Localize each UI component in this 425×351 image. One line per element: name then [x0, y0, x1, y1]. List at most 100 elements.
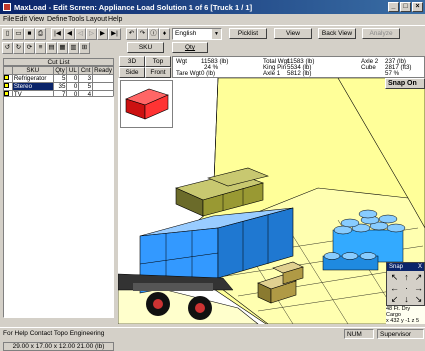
cell-ready: [92, 82, 114, 91]
cell-sku: Refrigerator: [11, 74, 54, 83]
status-bar: For Help Contact Topo Engineering NUM Su…: [0, 327, 425, 339]
maximize-button[interactable]: □: [400, 2, 411, 12]
cut-list-area[interactable]: [3, 96, 114, 318]
tab-side[interactable]: Side: [119, 67, 145, 78]
arrow-right-icon[interactable]: →: [413, 283, 424, 294]
rotate-right-icon[interactable]: ↻: [13, 42, 24, 54]
bulb-icon[interactable]: ♦: [159, 28, 170, 40]
snap-panel-title: Snap X: [387, 263, 424, 271]
menu-help[interactable]: Help: [108, 16, 122, 23]
tare-value: 0 (lb): [201, 70, 216, 77]
cut-list-header: SKU Qty UL Cnt Ready: [3, 66, 114, 75]
cargo-readout: 48 Ft. Dry Cargo x 432 y -1 z 5: [386, 306, 425, 324]
select-column-header: [3, 66, 13, 75]
arrow-up-right-icon[interactable]: ↗: [413, 272, 424, 283]
cell-cnt: 3: [78, 74, 94, 83]
wgt-label: Wgt: [176, 58, 188, 65]
info-icon[interactable]: ⓘ: [148, 28, 159, 40]
status-num: NUM: [344, 329, 374, 339]
minimize-button[interactable]: _: [388, 2, 399, 12]
status-help-text: For Help Contact Topo Engineering: [3, 330, 105, 337]
status-user: Supervisor: [377, 329, 424, 339]
column-header-ready[interactable]: Ready: [92, 66, 114, 75]
save-icon[interactable]: ■: [24, 28, 35, 40]
table-row[interactable]: Stereo 35 0 5: [3, 82, 114, 91]
picklist-button[interactable]: Picklist: [229, 28, 267, 39]
new-icon[interactable]: ▯: [2, 28, 13, 40]
rotate-left-icon[interactable]: ↺: [2, 42, 13, 54]
arrow-down-left-icon[interactable]: ↙: [389, 294, 400, 305]
back-view-button[interactable]: Back View: [318, 28, 356, 39]
sku-button[interactable]: SKU: [127, 42, 164, 53]
cube-pct: 57 %: [385, 70, 400, 77]
app-icon: [3, 3, 11, 11]
layers-icon[interactable]: ≡: [35, 42, 46, 54]
cargo-type: 48 Ft. Dry Cargo: [386, 306, 411, 318]
row-checkbox[interactable]: [3, 74, 13, 83]
next-button[interactable]: ▶: [97, 28, 108, 40]
center-icon[interactable]: ·: [401, 283, 412, 294]
cell-qty: 5: [52, 74, 68, 83]
prev-button[interactable]: ◀: [64, 28, 75, 40]
item-preview: [120, 80, 173, 128]
arrow-down-right-icon[interactable]: ↘: [413, 294, 424, 305]
table-icon[interactable]: ⊞: [79, 42, 90, 54]
table-row[interactable]: Refrigerator 5 0 3: [3, 74, 114, 83]
redo-icon[interactable]: ↷: [137, 28, 148, 40]
check-icon: [4, 83, 9, 89]
cell-sku: Stereo: [11, 82, 54, 91]
column-header-ul[interactable]: UL: [66, 66, 80, 75]
cell-ul: 0: [66, 82, 80, 91]
language-value: English: [175, 30, 197, 37]
cursor-coordinates: x 432 y -1 z 5: [386, 318, 420, 324]
cell-cnt: 5: [78, 82, 94, 91]
print-icon[interactable]: ⎙: [35, 28, 46, 40]
analyze-button[interactable]: Analyze: [362, 28, 400, 39]
menu-tools[interactable]: Tools: [68, 16, 84, 23]
column-header-sku[interactable]: SKU: [11, 66, 54, 75]
menu-layout[interactable]: Layout: [86, 16, 107, 23]
menu-define[interactable]: Define: [47, 16, 67, 23]
last-button[interactable]: ▶|: [108, 28, 121, 40]
title-bar: MaxLoad - Edit Screen: Appliance Load So…: [0, 0, 425, 14]
grid-icon[interactable]: ▦: [57, 42, 68, 54]
cube-label: Cube: [361, 64, 376, 71]
close-button[interactable]: ×: [412, 2, 423, 12]
stack-icon[interactable]: ▤: [46, 42, 57, 54]
check-icon: [4, 75, 9, 81]
snap-on-toggle[interactable]: Snap On: [385, 78, 425, 89]
tare-label: Tare Wgt: [176, 70, 201, 77]
arrow-up-left-icon[interactable]: ↖: [389, 272, 400, 283]
snap-title: Snap: [389, 264, 404, 270]
selected-dimensions: 29.00 x 17.00 x 12.00 21.00 (lb): [3, 342, 114, 351]
columns-icon[interactable]: ▥: [68, 42, 79, 54]
open-icon[interactable]: ▭: [13, 28, 24, 40]
next-disabled-icon: ▷: [86, 28, 97, 40]
main-toolbar: ▯ ▭ ■ ⎙ |◀ ◀ ◁ ▷ ▶ ▶| ↶ ↷ ⓘ ♦ English ▼ …: [0, 25, 425, 41]
refresh-icon[interactable]: ⟳: [24, 42, 35, 54]
row-checkbox[interactable]: [3, 82, 13, 91]
menu-file[interactable]: File: [3, 16, 14, 23]
tab-front[interactable]: Front: [145, 67, 171, 78]
cell-ul: 0: [66, 74, 80, 83]
menu-view[interactable]: View: [29, 16, 44, 23]
qty-button[interactable]: Qty: [172, 42, 208, 53]
arrow-down-icon[interactable]: ↓: [401, 294, 412, 305]
cut-list-panel: Cut List SKU Qty UL Cnt Ready Refrigerat…: [0, 56, 117, 351]
load-info-panel: Wgt 11583 (lb) 24 % Tare Wgt 0 (lb) Tota…: [172, 56, 425, 78]
arrow-left-icon[interactable]: ←: [389, 283, 400, 294]
undo-icon[interactable]: ↶: [126, 28, 137, 40]
first-button[interactable]: |◀: [51, 28, 64, 40]
tab-top[interactable]: Top: [145, 56, 171, 67]
snap-close-icon[interactable]: X: [418, 263, 422, 271]
menu-edit[interactable]: Edit: [15, 16, 27, 23]
arrow-up-icon[interactable]: ↑: [401, 272, 412, 283]
menu-bar: File Edit View Define Tools Layout Help: [0, 14, 425, 25]
chevron-down-icon[interactable]: ▼: [212, 29, 221, 39]
view-button[interactable]: View: [274, 28, 312, 39]
column-header-qty[interactable]: Qty: [52, 66, 68, 75]
tab-3d[interactable]: 3D: [119, 56, 145, 67]
column-header-cnt[interactable]: Cnt: [78, 66, 94, 75]
snap-panel: Snap X ↖ ↑ ↗ ← · → ↙ ↓ ↘: [386, 262, 425, 306]
language-select[interactable]: English ▼: [172, 28, 222, 40]
